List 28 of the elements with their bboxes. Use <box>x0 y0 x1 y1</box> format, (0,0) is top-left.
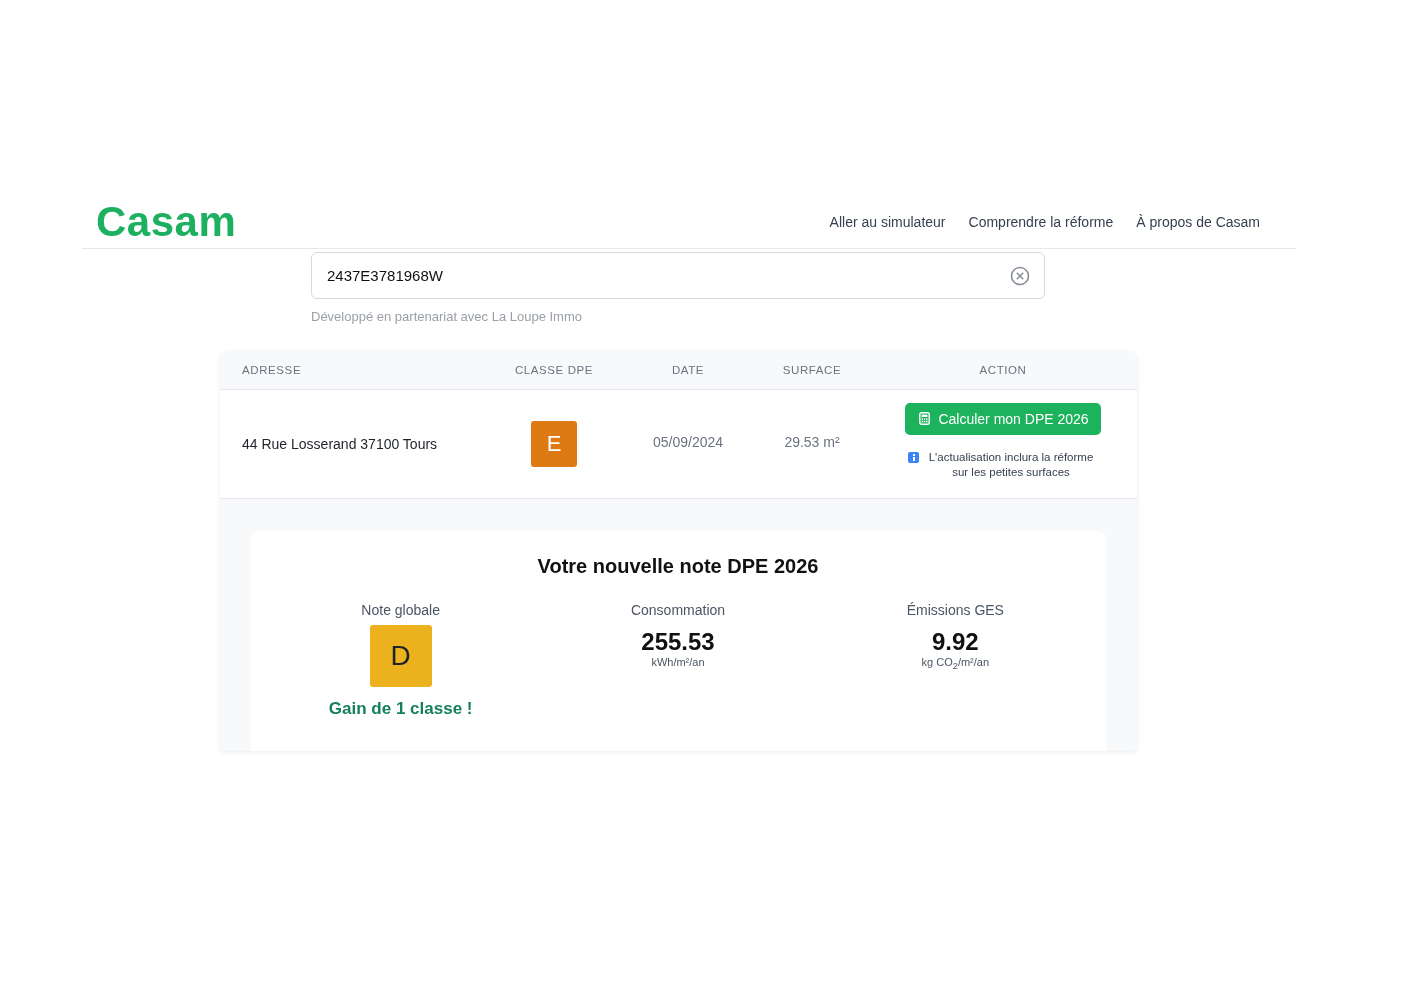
address-cell-text: 44 Rue Losserand 37100 Tours <box>241 436 439 452</box>
column-header: SURFACE <box>781 364 843 376</box>
column-header: ACTION <box>978 364 1028 376</box>
metric-label: Note globale <box>361 602 440 618</box>
grade-badge: E <box>531 421 577 467</box>
date-cell-text: 05/09/2024 <box>651 434 725 450</box>
partner-note: Développé en partenariat avec La Loupe Immo <box>311 309 583 324</box>
metric-unit: kg CO$_{2}$/m²/an <box>921 656 990 672</box>
grade-badge: D <box>369 625 432 687</box>
metric-unit: kWh/m²/an <box>651 656 705 668</box>
nav-link[interactable]: Aller au simulateur <box>829 213 946 230</box>
search-field[interactable]: 2437E3781968W <box>311 252 1045 299</box>
surface-cell-text: 29.53 m² <box>783 434 841 450</box>
column-header: ADRESSE <box>241 364 303 376</box>
nav-link[interactable]: À propos de Casam <box>1136 213 1260 230</box>
column-header: CLASSE DPE <box>513 364 595 376</box>
metric-value: 255.53 <box>641 628 715 656</box>
info-note: L'actualisation inclura la réforme sur les petites surfaces <box>927 449 1095 480</box>
metric-label: Consommation <box>630 602 726 618</box>
nav-link[interactable]: Comprendre la réforme <box>968 213 1114 230</box>
metric-label: Émissions GES <box>906 602 1004 618</box>
gain-text: Gain de 1 classe ! <box>328 699 473 719</box>
calculator-icon <box>919 412 931 425</box>
result-title: Votre nouvelle note DPE 2026 <box>536 555 820 578</box>
column-header: DATE <box>670 364 706 376</box>
metric-value: 9.92 <box>931 628 979 656</box>
info-icon <box>908 451 919 463</box>
clear-icon[interactable] <box>1010 265 1030 286</box>
